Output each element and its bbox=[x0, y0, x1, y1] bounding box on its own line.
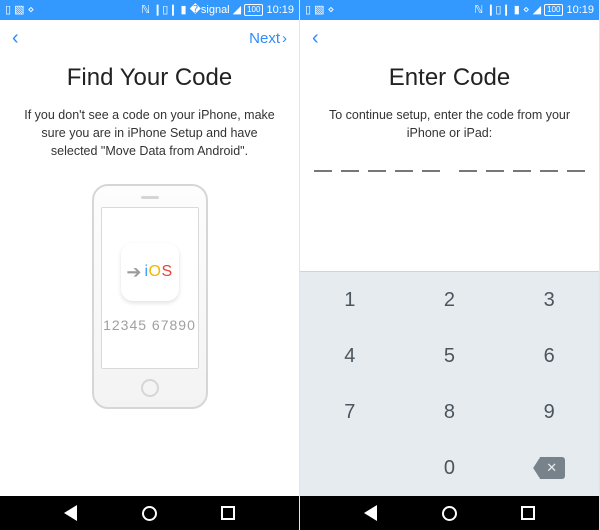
image-icon: ▧ bbox=[14, 5, 24, 16]
page-subtitle: If you don't see a code on your iPhone, … bbox=[22, 106, 277, 160]
android-recent-button[interactable] bbox=[521, 506, 535, 520]
phone-speaker-icon bbox=[141, 196, 159, 199]
back-button[interactable]: ‹ bbox=[312, 27, 319, 50]
screen-enter-code: ▯ ▧ ⋄ ℕ ❙▯❙ ▮ ⋄ ◢ 100 10:19 ‹ Enter Code… bbox=[300, 0, 600, 530]
numeric-keypad: 1 2 3 4 5 6 7 8 9 0 ✕ bbox=[300, 271, 599, 496]
clock-text: 10:19 bbox=[566, 5, 594, 16]
android-back-button[interactable] bbox=[364, 505, 377, 521]
key-backspace[interactable]: ✕ bbox=[499, 440, 599, 496]
key-empty bbox=[300, 440, 400, 496]
backspace-icon: ✕ bbox=[533, 457, 565, 479]
code-digit-slot bbox=[341, 170, 359, 172]
code-digit-slot bbox=[540, 170, 558, 172]
sim-icon: ▮ bbox=[514, 5, 520, 16]
key-9[interactable]: 9 bbox=[499, 384, 599, 440]
wifi-signal-icon: ⋄ bbox=[523, 5, 530, 16]
back-button[interactable]: ‹ bbox=[12, 27, 19, 50]
android-home-button[interactable] bbox=[142, 506, 157, 521]
cell-signal-icon: ◢ bbox=[233, 5, 241, 16]
android-nav-bar bbox=[0, 496, 299, 530]
status-bar: ▯ ▧ ⋄ ℕ ❙▯❙ ▮ �signal ◢ 100 10:19 bbox=[0, 0, 299, 20]
android-recent-button[interactable] bbox=[221, 506, 235, 520]
device-icon: ▯ bbox=[5, 5, 11, 16]
iphone-illustration: ➔ iOS 12345 67890 bbox=[92, 184, 208, 409]
key-1[interactable]: 1 bbox=[300, 272, 400, 328]
page-title: Find Your Code bbox=[67, 64, 232, 92]
key-0[interactable]: 0 bbox=[400, 440, 500, 496]
status-bar: ▯ ▧ ⋄ ℕ ❙▯❙ ▮ ⋄ ◢ 100 10:19 bbox=[300, 0, 599, 20]
android-nav-bar bbox=[300, 496, 599, 530]
code-digit-slot bbox=[486, 170, 504, 172]
nav-bar: ‹ bbox=[300, 20, 599, 56]
code-digit-slot bbox=[567, 170, 585, 172]
home-button-icon bbox=[141, 379, 159, 397]
screen-find-your-code: ▯ ▧ ⋄ ℕ ❙▯❙ ▮ �signal ◢ 100 10:19 ‹ Next… bbox=[0, 0, 300, 530]
key-6[interactable]: 6 bbox=[499, 328, 599, 384]
code-input[interactable] bbox=[314, 170, 585, 172]
arrow-right-icon: ➔ bbox=[126, 263, 141, 281]
chevron-right-icon: › bbox=[282, 30, 287, 47]
nfc-icon: ℕ bbox=[474, 5, 483, 16]
code-digit-slot bbox=[513, 170, 531, 172]
nav-bar: ‹ Next › bbox=[0, 20, 299, 56]
ios-logo-text: iOS bbox=[144, 263, 172, 281]
page-subtitle: To continue setup, enter the code from y… bbox=[322, 106, 577, 142]
android-back-button[interactable] bbox=[64, 505, 77, 521]
key-5[interactable]: 5 bbox=[400, 328, 500, 384]
sim-icon: ▮ bbox=[181, 5, 187, 16]
code-digit-slot bbox=[459, 170, 477, 172]
key-3[interactable]: 3 bbox=[499, 272, 599, 328]
move-to-ios-icon: ➔ iOS bbox=[121, 243, 179, 301]
wifi-icon: ⋄ bbox=[27, 5, 34, 16]
code-digit-slot bbox=[368, 170, 386, 172]
vibrate-icon: ❙▯❙ bbox=[486, 5, 511, 16]
page-title: Enter Code bbox=[389, 64, 510, 92]
key-4[interactable]: 4 bbox=[300, 328, 400, 384]
code-group-2 bbox=[459, 170, 585, 172]
battery-level: 100 bbox=[544, 4, 563, 16]
key-8[interactable]: 8 bbox=[400, 384, 500, 440]
wifi-signal-icon: �signal bbox=[190, 5, 230, 16]
code-digit-slot bbox=[422, 170, 440, 172]
android-home-button[interactable] bbox=[442, 506, 457, 521]
battery-level: 100 bbox=[244, 4, 263, 16]
next-button[interactable]: Next › bbox=[249, 30, 287, 47]
phone-screen: ➔ iOS 12345 67890 bbox=[101, 207, 199, 369]
nfc-icon: ℕ bbox=[141, 5, 150, 16]
code-digit-slot bbox=[395, 170, 413, 172]
vibrate-icon: ❙▯❙ bbox=[153, 5, 178, 16]
key-7[interactable]: 7 bbox=[300, 384, 400, 440]
key-2[interactable]: 2 bbox=[400, 272, 500, 328]
next-label: Next bbox=[249, 30, 280, 47]
code-group-1 bbox=[314, 170, 440, 172]
device-icon: ▯ bbox=[305, 5, 311, 16]
sample-code-text: 12345 67890 bbox=[103, 317, 196, 333]
image-icon: ▧ bbox=[314, 5, 324, 16]
cell-signal-icon: ◢ bbox=[533, 5, 541, 16]
clock-text: 10:19 bbox=[266, 5, 294, 16]
content: Find Your Code If you don't see a code o… bbox=[0, 56, 299, 530]
code-digit-slot bbox=[314, 170, 332, 172]
wifi-icon: ⋄ bbox=[327, 5, 334, 16]
